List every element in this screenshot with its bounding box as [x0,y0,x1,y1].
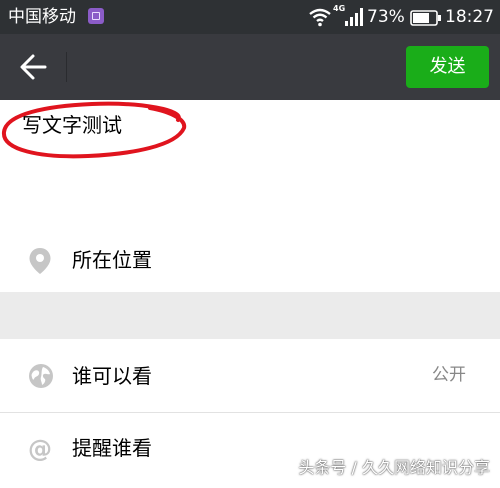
visibility-label: 谁可以看 [72,364,152,388]
signal-strength-icon [345,8,363,26]
wifi-icon [309,8,331,27]
compose-text: 写文字测试 [22,113,122,137]
battery-percent: 73% [367,7,405,27]
remind-label: 提醒谁看 [72,436,152,460]
sim-card-icon [88,8,104,24]
battery-icon [410,10,441,26]
globe-icon [29,364,53,388]
visibility-row[interactable]: 谁可以看 公开 [0,339,500,412]
send-button[interactable]: 发送 [406,46,489,88]
arrow-left-icon [20,54,47,80]
location-pin-icon [29,248,51,274]
visibility-value: 公开 [432,365,466,385]
back-button[interactable] [18,52,50,82]
clock: 18:27 [445,7,494,27]
carrier-name: 中国移动 [8,7,76,27]
network-type: 4G [333,4,346,13]
status-bar: 中国移动 4G 73% 18:27 [0,0,500,34]
location-label: 所在位置 [72,248,152,272]
toolbar-divider [66,52,67,82]
compose-text-area[interactable]: 写文字测试 [0,100,500,230]
top-toolbar: 发送 [0,34,500,100]
at-sign-icon: @ [28,435,52,463]
watermark: 头条号 / 久久网络知识分享 [298,458,490,477]
section-divider [0,292,500,339]
location-row[interactable]: 所在位置 [0,230,500,292]
